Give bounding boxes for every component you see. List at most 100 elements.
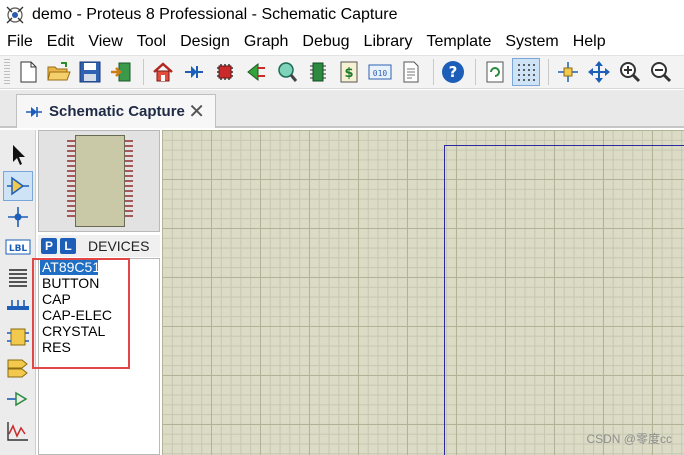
menu-bar: File Edit View Tool Design Graph Debug L… [0,30,684,54]
help-button[interactable]: ? [439,58,467,86]
pan-arrows-icon [588,61,610,83]
bill-of-materials-button[interactable]: $ [335,58,363,86]
wire-label-icon: LBL [5,239,31,255]
svg-text:LBL: LBL [9,244,28,254]
schematic-canvas[interactable]: CSDN @零度cc [162,130,684,455]
schematic-capture-button[interactable] [180,58,208,86]
highlight-annotation-box [32,258,130,369]
toggle-grid-button[interactable] [512,58,540,86]
junction-dot-button[interactable] [3,202,33,232]
watermark-text: CSDN @零度cc [586,432,672,446]
exit-door-icon [111,62,131,82]
gerber-viewer-button[interactable] [273,58,301,86]
menu-system[interactable]: System [498,30,565,54]
menu-template[interactable]: Template [419,30,498,54]
open-folder-icon [47,62,71,81]
close-tab-icon[interactable]: ✕ [188,102,205,122]
set-origin-button[interactable] [554,58,582,86]
library-manager-button[interactable]: L [60,238,76,254]
binary-code-icon: 010 [368,64,392,80]
refresh-document-icon [486,61,504,83]
magnifier-board-icon [278,62,298,82]
chip-icon [217,64,233,80]
junction-dot-icon [8,207,28,227]
tab-schematic-capture[interactable]: Schematic Capture ✕ [16,94,216,128]
svg-text:$: $ [344,66,353,81]
zoom-out-icon [651,62,672,83]
graph-wave-icon [7,422,28,441]
pointer-arrow-icon [13,145,25,165]
tab-label: Schematic Capture [49,103,185,120]
pcb-layout-button[interactable] [211,58,239,86]
subcircuit-icon [7,328,29,346]
save-button[interactable] [76,58,104,86]
bus-icon [7,300,29,310]
menu-debug[interactable]: Debug [295,30,356,54]
window-title: demo - Proteus 8 Professional - Schemati… [32,6,398,23]
document-tab-strip: Schematic Capture ✕ [0,90,684,128]
menu-view[interactable]: View [81,30,129,54]
grid-dots-icon [518,64,535,81]
menu-edit[interactable]: Edit [40,30,82,54]
toolbar-separator [143,59,144,85]
menu-tool[interactable]: Tool [130,30,173,54]
wire-label-button[interactable]: LBL [3,232,33,262]
pan-button[interactable] [585,58,613,86]
schematic-icon [185,66,203,78]
home-page-button[interactable] [149,58,177,86]
subcircuit-mode-button[interactable] [3,322,33,352]
home-icon [153,62,173,82]
devices-title: DEVICES [88,238,150,254]
component-mode-button[interactable] [3,171,33,201]
source-code-button[interactable]: 010 [366,58,394,86]
new-file-icon [20,61,37,83]
svg-text:010: 010 [373,69,388,78]
project-notes-button[interactable] [397,58,425,86]
pin-icon [7,391,28,407]
zoom-in-icon [620,62,641,83]
toolbar-separator [548,59,549,85]
toolbar-separator [433,59,434,85]
help-question-icon: ? [442,61,464,83]
mode-toolbar: LBL [0,130,36,455]
menu-graph[interactable]: Graph [237,30,295,54]
schematic-tab-icon [26,106,42,117]
text-lines-icon [9,269,27,287]
terminal-icon [7,359,28,378]
component-triangle-icon [7,176,29,196]
3d-viewer-button[interactable] [242,58,270,86]
title-bar: demo - Proteus 8 Professional - Schemati… [0,0,684,30]
menu-file[interactable]: File [0,30,40,54]
new-file-button[interactable] [14,58,42,86]
design-explorer-button[interactable] [304,58,332,86]
menu-library[interactable]: Library [357,30,420,54]
buses-mode-button[interactable] [3,292,33,322]
origin-crosshair-icon [558,62,578,82]
notes-document-icon [403,61,419,83]
zoom-out-button[interactable] [647,58,675,86]
green-chip-icon [310,62,326,82]
toolbar-separator [475,59,476,85]
refresh-button[interactable] [481,58,509,86]
device-pins-mode-button[interactable] [3,384,33,414]
toolbar-grip[interactable] [4,59,10,85]
selection-mode-button[interactable] [3,140,33,170]
open-file-button[interactable] [45,58,73,86]
pick-device-button[interactable]: P [41,238,57,254]
ic-pins-drawing [67,140,133,217]
device-preview [38,130,160,232]
menu-help[interactable]: Help [566,30,613,54]
proteus-logo-icon [4,4,26,26]
devices-header: P L DEVICES [38,235,160,257]
3d-view-icon [247,62,265,82]
close-project-button[interactable] [107,58,135,86]
svg-text:?: ? [449,63,458,81]
save-disk-icon [79,61,101,83]
menu-design[interactable]: Design [173,30,237,54]
zoom-in-button[interactable] [616,58,644,86]
graph-mode-button[interactable] [3,416,33,446]
main-toolbar: $ 010 ? [0,55,684,89]
sheet-border [444,145,684,455]
text-script-button[interactable] [3,262,33,292]
terminals-mode-button[interactable] [3,352,33,382]
